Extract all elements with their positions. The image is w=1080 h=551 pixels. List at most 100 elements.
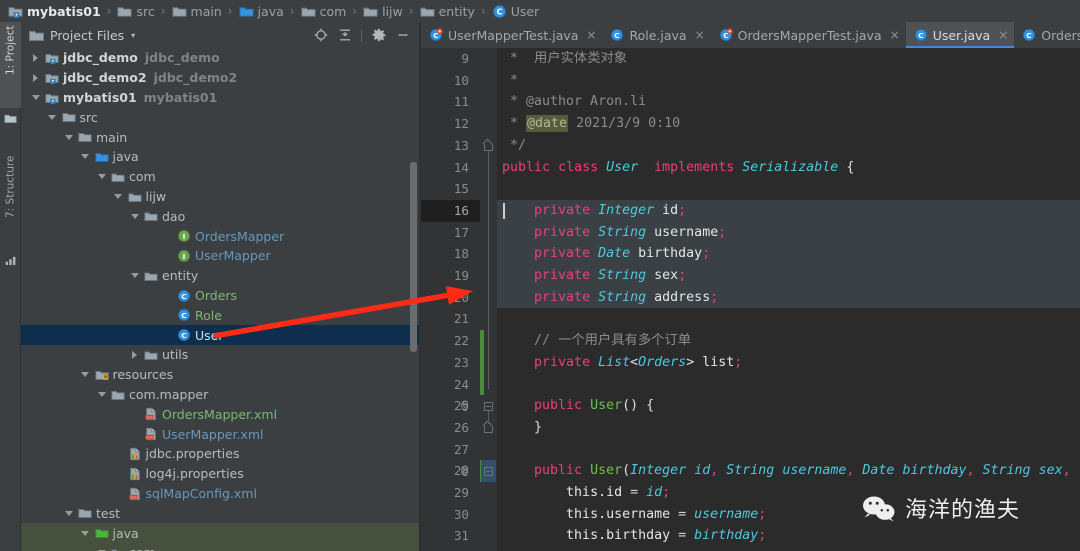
class-icon: C bbox=[610, 28, 624, 42]
tree-node-src[interactable]: src bbox=[21, 107, 420, 127]
tree-node-orders[interactable]: C Orders bbox=[21, 286, 420, 306]
code-line[interactable] bbox=[497, 439, 1080, 461]
code-line[interactable] bbox=[497, 308, 1080, 330]
project-tree-scrollbar[interactable] bbox=[410, 162, 417, 352]
chevron-down-icon[interactable] bbox=[129, 211, 140, 222]
tree-node-user[interactable]: C User bbox=[21, 325, 420, 345]
code-line[interactable]: // 一个用户具有多个订单 bbox=[497, 330, 1080, 352]
chevron-down-icon[interactable] bbox=[63, 132, 74, 143]
tree-node-java[interactable]: java bbox=[21, 147, 420, 167]
chevron-down-icon[interactable] bbox=[96, 547, 107, 551]
code-line[interactable]: private Integer id; bbox=[497, 200, 1080, 222]
tree-node-jdbc-properties[interactable]: jdbc.properties bbox=[21, 444, 420, 464]
chevron-down-icon[interactable] bbox=[96, 171, 107, 182]
tree-node-utils[interactable]: utils bbox=[21, 345, 420, 365]
tool-window-tab-project[interactable]: 1: Project bbox=[0, 22, 21, 108]
code-editor[interactable]: @ @9 10 11 12 13 14 15 16 17 18 19 20 21 22 23 24 25 26 27 2… bbox=[421, 48, 1080, 551]
tree-node-ordersmapper-xml[interactable]: </> OrdersMapper.xml bbox=[21, 404, 420, 424]
module-icon bbox=[45, 91, 59, 105]
code-line[interactable]: private List<Orders> list; bbox=[497, 352, 1080, 374]
breadcrumb-item-src[interactable]: src bbox=[117, 0, 155, 22]
chevron-right-icon[interactable] bbox=[30, 72, 41, 83]
chevron-down-icon[interactable] bbox=[47, 112, 58, 123]
tree-node-jdbc-demo2[interactable]: jdbc_demo2 jdbc_demo2 bbox=[21, 68, 420, 88]
breadcrumb-item-user[interactable]: C User bbox=[492, 0, 539, 22]
tree-node-test[interactable]: test bbox=[21, 503, 420, 523]
breadcrumb-item-com[interactable]: com bbox=[301, 0, 346, 22]
close-icon[interactable]: × bbox=[586, 29, 596, 41]
fold-collapse-icon[interactable] bbox=[480, 460, 497, 482]
code-line[interactable] bbox=[497, 178, 1080, 200]
code-line[interactable]: private String address; bbox=[497, 287, 1080, 309]
code-line[interactable] bbox=[497, 374, 1080, 396]
minimize-icon[interactable] bbox=[395, 28, 410, 43]
package-icon bbox=[111, 546, 125, 551]
locate-file-button[interactable] bbox=[313, 28, 328, 43]
tree-node-java[interactable]: java bbox=[21, 523, 420, 543]
breadcrumb-item-java[interactable]: java bbox=[239, 0, 284, 22]
tree-node-com-mapper[interactable]: com.mapper bbox=[21, 385, 420, 405]
svg-text:</>: </> bbox=[146, 415, 154, 420]
tree-node-sqlmapconfig-xml[interactable]: </> sqlMapConfig.xml bbox=[21, 484, 420, 504]
editor-fold-strip[interactable] bbox=[480, 48, 497, 551]
code-line[interactable]: public class User implements Serializabl… bbox=[497, 157, 1080, 179]
breadcrumb-item-mybatis01[interactable]: mybatis01 bbox=[8, 0, 101, 22]
editor-tab-role-java[interactable]: C Role.java × bbox=[602, 22, 710, 48]
code-line[interactable]: this.birthday = birthday; bbox=[497, 525, 1080, 547]
chevron-down-icon[interactable] bbox=[80, 528, 91, 539]
editor-tab-usermappertest-java[interactable]: C UserMapperTest.java × bbox=[421, 22, 602, 48]
code-line[interactable]: } bbox=[497, 417, 1080, 439]
chevron-down-icon[interactable] bbox=[96, 389, 107, 400]
chevron-down-icon[interactable] bbox=[30, 92, 41, 103]
tree-node-entity[interactable]: entity bbox=[21, 266, 420, 286]
code-line[interactable]: public User() { bbox=[497, 395, 1080, 417]
tree-node-role[interactable]: C Role bbox=[21, 305, 420, 325]
chevron-down-icon[interactable] bbox=[63, 508, 74, 519]
code-line[interactable]: * @date 2021/3/9 0:10 bbox=[497, 113, 1080, 135]
breadcrumb-item-lijw[interactable]: lijw bbox=[363, 0, 403, 22]
chevron-down-icon[interactable] bbox=[80, 369, 91, 380]
code-line[interactable]: public User(Integer id, String username,… bbox=[497, 460, 1080, 482]
tree-node-com[interactable]: com bbox=[21, 543, 420, 551]
tree-node-usermapper-xml[interactable]: </> UserMapper.xml bbox=[21, 424, 420, 444]
vcs-change-marker[interactable] bbox=[480, 330, 484, 396]
editor-tab-orders-java[interactable]: COrders.java× bbox=[1014, 22, 1080, 48]
code-line[interactable]: * @author Aron.li bbox=[497, 91, 1080, 113]
gear-icon[interactable] bbox=[371, 28, 386, 43]
tree-node-usermapper[interactable]: I UserMapper bbox=[21, 246, 420, 266]
breadcrumb-item-entity[interactable]: entity bbox=[420, 0, 475, 22]
tree-node-main[interactable]: main bbox=[21, 127, 420, 147]
project-tree[interactable]: jdbc_demo jdbc_demo jdbc_demo2 jdbc_demo2 … bbox=[21, 48, 420, 551]
class-icon: C bbox=[914, 28, 928, 42]
chevron-down-icon[interactable] bbox=[129, 270, 140, 281]
code-line[interactable]: * 用户实体类对象 bbox=[497, 48, 1080, 70]
collapse-all-button[interactable] bbox=[337, 28, 352, 43]
chevron-right-icon[interactable] bbox=[30, 52, 41, 63]
tree-node-resources[interactable]: resources bbox=[21, 365, 420, 385]
code-line[interactable]: */ bbox=[497, 135, 1080, 157]
chevron-right-icon[interactable] bbox=[129, 349, 140, 360]
code-line[interactable]: private String username; bbox=[497, 222, 1080, 244]
chevron-down-icon[interactable]: ▾ bbox=[131, 31, 135, 40]
close-icon[interactable]: × bbox=[998, 29, 1008, 41]
close-icon[interactable]: × bbox=[890, 29, 900, 41]
tree-node-mybatis01[interactable]: mybatis01 mybatis01 bbox=[21, 88, 420, 108]
tree-node-log4j-properties[interactable]: log4j.properties bbox=[21, 464, 420, 484]
chevron-down-icon[interactable] bbox=[80, 151, 91, 162]
tree-node-lijw[interactable]: lijw bbox=[21, 187, 420, 207]
code-line[interactable]: private Date birthday; bbox=[497, 243, 1080, 265]
editor-gutter[interactable]: @ @9 10 11 12 13 14 15 16 17 18 19 20 21 22 23 24 25 26 27 2… bbox=[421, 48, 480, 551]
editor-code-area[interactable]: * 用户实体类对象 * * @author Aron.li * @date 20… bbox=[497, 48, 1080, 551]
tool-window-tab-structure[interactable]: 7: Structure bbox=[0, 152, 21, 250]
tree-node-jdbc-demo[interactable]: jdbc_demo jdbc_demo bbox=[21, 48, 420, 68]
breadcrumb-item-main[interactable]: main bbox=[172, 0, 222, 22]
chevron-down-icon[interactable] bbox=[113, 191, 124, 202]
tree-node-com[interactable]: com bbox=[21, 167, 420, 187]
tree-node-ordersmapper[interactable]: I OrdersMapper bbox=[21, 226, 420, 246]
code-line[interactable]: private String sex; bbox=[497, 265, 1080, 287]
code-line[interactable]: * bbox=[497, 70, 1080, 92]
close-icon[interactable]: × bbox=[695, 29, 705, 41]
editor-tab-ordersmappertest-java[interactable]: C OrdersMapperTest.java × bbox=[711, 22, 906, 48]
tree-node-dao[interactable]: dao bbox=[21, 206, 420, 226]
editor-tab-user-java[interactable]: C User.java × bbox=[905, 22, 1015, 48]
